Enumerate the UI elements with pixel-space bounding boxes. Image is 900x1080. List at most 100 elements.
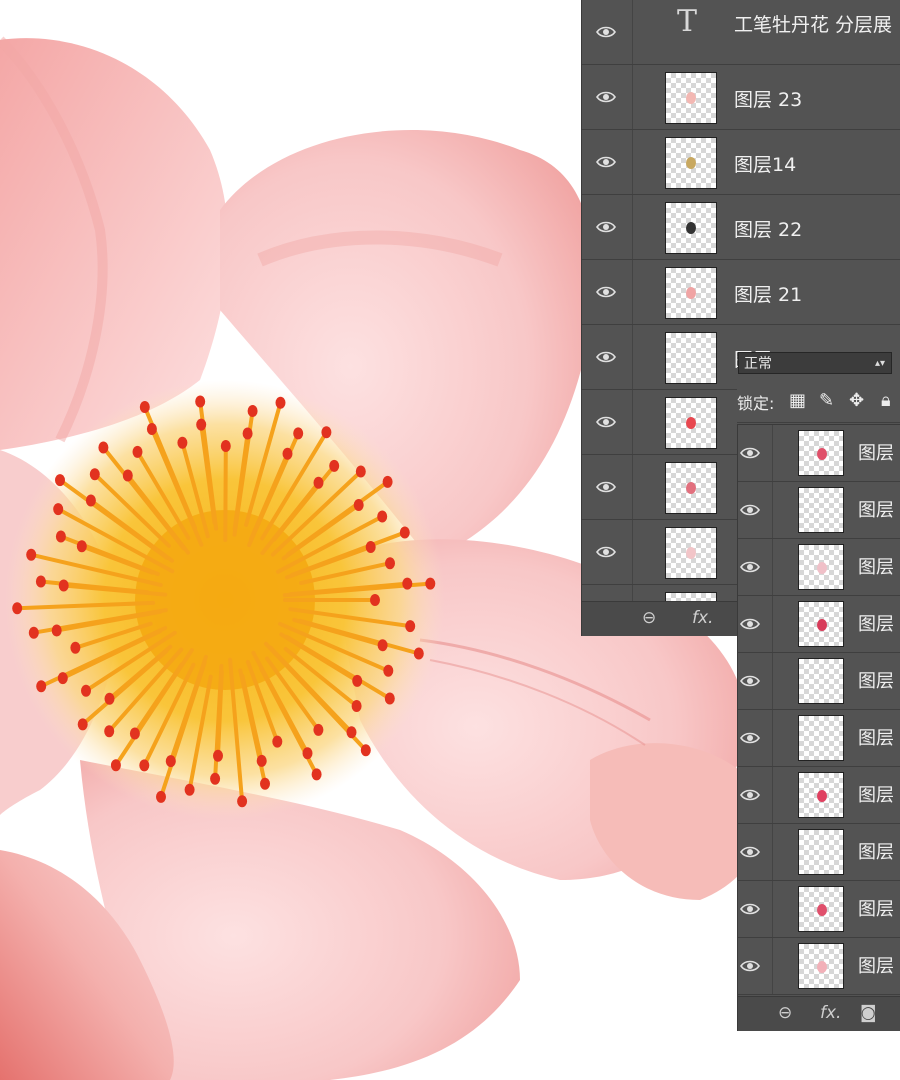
layer-name: 图层 1	[858, 557, 900, 578]
anther	[346, 726, 357, 739]
layer-row[interactable]: 图层 6	[738, 710, 900, 767]
layer-row[interactable]: 图层 7	[738, 824, 900, 881]
visibility-eye-icon[interactable]	[740, 956, 760, 976]
layer-thumbnail	[798, 715, 844, 761]
divider	[772, 482, 773, 538]
layer-row[interactable]: 图层 1	[738, 539, 900, 596]
chevron-updown-icon: ▴▾	[874, 358, 885, 369]
anther	[195, 395, 206, 408]
layer-row[interactable]: 图层	[738, 767, 900, 824]
layer-row[interactable]: T 工笔牡丹花 分层展	[582, 0, 900, 65]
anther	[282, 447, 293, 460]
visibility-eye-icon[interactable]	[596, 217, 616, 237]
layer-thumbnail	[798, 658, 844, 704]
visibility-eye-icon[interactable]	[596, 412, 616, 432]
divider	[632, 65, 633, 129]
visibility-eye-icon[interactable]	[740, 614, 760, 634]
anther	[81, 684, 91, 697]
visibility-eye-icon[interactable]	[596, 22, 616, 42]
layer-thumbnail	[665, 397, 717, 449]
layer-thumbnail	[798, 886, 844, 932]
layer-row[interactable]: 图层 23	[582, 65, 900, 130]
anther	[399, 526, 410, 539]
anther	[210, 772, 221, 785]
layer-thumbnail	[665, 202, 717, 254]
layer-row[interactable]: 图层 1	[738, 482, 900, 539]
anther	[272, 735, 283, 748]
visibility-eye-icon[interactable]	[596, 87, 616, 107]
anther	[260, 777, 270, 790]
layer-row[interactable]: 图层14	[582, 130, 900, 195]
layer-row[interactable]: 图层	[738, 881, 900, 938]
lock-brush-icon[interactable]: ✎	[819, 390, 834, 411]
blend-mode-value: 正常	[744, 356, 772, 372]
mask-icon[interactable]: ◙	[860, 1003, 877, 1023]
anther	[12, 602, 23, 615]
anther	[385, 557, 395, 570]
visibility-eye-icon[interactable]	[740, 728, 760, 748]
visibility-eye-icon[interactable]	[740, 785, 760, 805]
link-icon[interactable]: ⊖	[778, 1003, 792, 1023]
anther	[55, 530, 66, 543]
anther	[220, 440, 231, 452]
layer-row[interactable]: 图层	[738, 653, 900, 710]
lock-all-icon[interactable]: 🔒︎	[881, 390, 891, 411]
divider	[632, 390, 633, 454]
visibility-eye-icon[interactable]	[740, 500, 760, 520]
visibility-eye-icon[interactable]	[596, 542, 616, 562]
visibility-eye-icon[interactable]	[740, 842, 760, 862]
anther	[177, 436, 188, 449]
text-layer-icon: T	[677, 4, 698, 39]
lock-transparency-icon[interactable]: ▦	[789, 390, 806, 411]
divider	[772, 653, 773, 709]
visibility-eye-icon[interactable]	[596, 477, 616, 497]
anther	[293, 427, 304, 440]
anther	[413, 647, 424, 660]
layer-row[interactable]: 图层	[738, 596, 900, 653]
anther	[313, 723, 324, 736]
layer-row[interactable]: 图层 21	[582, 260, 900, 325]
layer-name: 图层 7	[858, 842, 900, 863]
anther	[55, 474, 65, 487]
layer-name: 图层 6	[858, 728, 900, 749]
layer-row[interactable]: 图层	[738, 938, 900, 995]
fx-icon[interactable]: fx.	[692, 608, 713, 628]
anther	[425, 577, 436, 590]
visibility-eye-icon[interactable]	[596, 282, 616, 302]
anther	[51, 624, 62, 637]
layer-row[interactable]: 图层 1	[738, 425, 900, 482]
fx-icon[interactable]: fx.	[820, 1003, 841, 1023]
divider	[772, 824, 773, 880]
lock-move-icon[interactable]: ✥	[849, 390, 864, 411]
anther	[139, 401, 150, 413]
anther	[256, 754, 267, 767]
anther	[329, 459, 340, 472]
anther	[110, 759, 121, 772]
layer-row[interactable]: 图层 22	[582, 195, 900, 260]
link-icon[interactable]: ⊖	[642, 608, 656, 628]
visibility-eye-icon[interactable]	[596, 347, 616, 367]
anther	[384, 692, 395, 705]
divider	[772, 881, 773, 937]
divider	[632, 260, 633, 324]
visibility-eye-icon[interactable]	[740, 671, 760, 691]
divider	[772, 425, 773, 481]
anther	[311, 768, 322, 781]
anther	[353, 499, 364, 511]
visibility-eye-icon[interactable]	[740, 899, 760, 919]
anther	[35, 575, 46, 588]
layer-thumbnail	[665, 72, 717, 124]
visibility-eye-icon[interactable]	[740, 443, 760, 463]
anther	[247, 405, 258, 417]
visibility-eye-icon[interactable]	[596, 152, 616, 172]
layer-name: 图层 22	[734, 219, 803, 241]
layer-thumbnail	[665, 267, 717, 319]
blend-mode-select[interactable]: 正常 ▴▾	[738, 352, 892, 374]
visibility-eye-icon[interactable]	[740, 557, 760, 577]
anther	[405, 620, 416, 633]
anther	[58, 579, 69, 592]
layer-thumbnail	[798, 601, 844, 647]
anther	[213, 749, 223, 762]
anther	[365, 541, 376, 553]
anther	[377, 639, 388, 652]
